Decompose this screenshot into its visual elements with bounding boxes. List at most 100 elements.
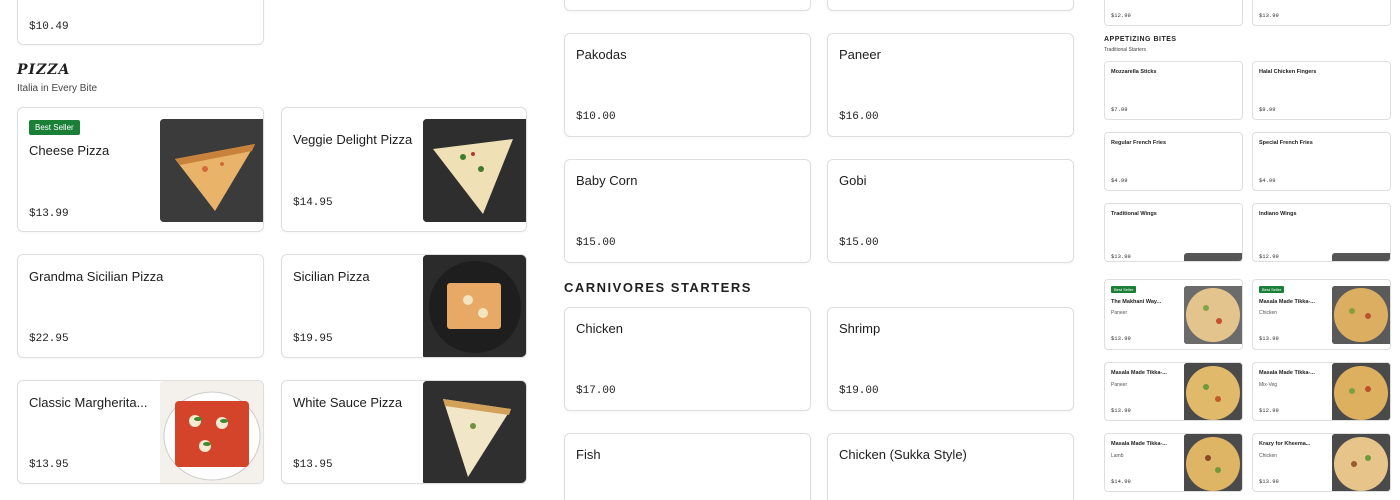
menu-item-card[interactable]: Classic Margherita... $13.95	[17, 380, 264, 484]
menu-item-card[interactable]: Traditional Wings $13.99	[1104, 203, 1243, 262]
item-subtitle: Chicken	[1259, 453, 1278, 459]
menu-item-card[interactable]: Chicken $17.00	[564, 307, 811, 411]
item-name: Gobi	[839, 173, 867, 188]
menu-item-card[interactable]: Gobi $15.00	[827, 159, 1074, 263]
item-price: $4.99	[1259, 177, 1276, 184]
section-subtitle-appetizing: Traditional Starters	[1104, 47, 1147, 53]
item-image	[1184, 363, 1242, 420]
item-price: $7.99	[1111, 106, 1128, 113]
item-subtitle: Lamb	[1111, 453, 1124, 459]
item-price: $19.00	[839, 385, 879, 397]
item-price: $15.00	[839, 237, 879, 249]
menu-item-card[interactable]: Fish	[564, 433, 811, 500]
item-subtitle: Chicken	[1259, 310, 1278, 316]
item-image	[1332, 286, 1390, 344]
item-name: Halal Chicken Fingers	[1259, 69, 1317, 75]
menu-item-card-top[interactable]	[564, 0, 811, 11]
item-image	[423, 255, 526, 357]
item-name: Traditional Wings	[1111, 211, 1157, 217]
item-price: $22.95	[29, 333, 69, 345]
menu-item-card-top[interactable]	[827, 0, 1074, 11]
menu-item-card[interactable]: Veggie Delight Pizza $14.95	[281, 107, 527, 232]
item-subtitle: Paneer	[1111, 310, 1128, 316]
item-name: Sicilian Pizza	[293, 269, 370, 284]
item-name: Shrimp	[839, 321, 881, 336]
menu-item-card[interactable]: Masala Made Tikka-... Mix-Veg $12.99	[1252, 362, 1391, 421]
menu-item-card[interactable]: Masala Made Tikka-... Lamb $14.99	[1104, 433, 1243, 492]
menu-item-card[interactable]: Special French Fries $4.99	[1252, 132, 1391, 191]
item-image	[1332, 363, 1390, 420]
item-name: Pakodas	[576, 47, 627, 62]
item-price: $9.99	[1259, 106, 1276, 113]
item-image	[423, 119, 526, 222]
item-name: Grandma Sicilian Pizza	[29, 269, 164, 284]
item-image	[1332, 434, 1390, 491]
menu-item-card[interactable]: Indiano Wings $12.99	[1252, 203, 1391, 262]
section-title-pizza: pizza	[17, 62, 71, 78]
best-seller-badge: Best Seller	[29, 120, 80, 135]
item-price: $13.99	[1259, 335, 1279, 342]
item-subtitle: Mix-Veg	[1259, 382, 1278, 388]
item-price: $12.99	[1259, 407, 1279, 414]
menu-item-card-top[interactable]: $13.99	[1252, 0, 1391, 26]
menu-item-card[interactable]: Best Seller Cheese Pizza $13.99	[17, 107, 264, 232]
item-price: $15.00	[576, 237, 616, 249]
item-name: The Makhani Way...	[1111, 299, 1162, 305]
item-name: Baby Corn	[576, 173, 638, 188]
item-image	[1184, 253, 1242, 261]
menu-item-card[interactable]: Best Seller The Makhani Way... Paneer $1…	[1104, 279, 1243, 350]
item-name: Paneer	[839, 47, 881, 62]
item-name: Classic Margherita...	[29, 395, 148, 410]
item-name: Chicken (Sukka Style)	[839, 447, 967, 462]
menu-item-card[interactable]: Chicken (Sukka Style)	[827, 433, 1074, 500]
menu-item-card[interactable]: Regular French Fries $4.99	[1104, 132, 1243, 191]
item-image	[1184, 434, 1242, 491]
menu-item-card[interactable]: Grandma Sicilian Pizza $22.95	[17, 254, 264, 358]
menu-item-card[interactable]: Baby Corn $15.00	[564, 159, 811, 263]
item-name: Masala Made Tikka-...	[1259, 370, 1315, 376]
section-title-carnivores: Carnivores Starters	[564, 280, 752, 295]
section-title-appetizing: APPETIZING BITES	[1104, 36, 1177, 43]
item-name: Indiano Wings	[1259, 211, 1297, 217]
item-name: Veggie Delight Pizza	[293, 132, 413, 147]
item-price: $13.99	[1259, 12, 1279, 19]
item-image	[1332, 253, 1390, 261]
item-price: $4.99	[1111, 177, 1128, 184]
item-name: Krazy for Kheema...	[1259, 441, 1311, 447]
item-price: $10.49	[29, 21, 69, 33]
item-name: Mozzarella Sticks	[1111, 69, 1157, 75]
menu-item-card[interactable]: Mozzarella Sticks $7.99	[1104, 61, 1243, 120]
menu-item-card-top-left[interactable]: $10.49	[17, 0, 264, 45]
menu-item-card[interactable]: White Sauce Pizza $13.95	[281, 380, 527, 484]
item-price: $14.99	[1111, 478, 1131, 485]
item-price: $16.00	[839, 111, 879, 123]
item-price: $12.99	[1259, 253, 1279, 260]
menu-item-card[interactable]: Masala Made Tikka-... Paneer $13.99	[1104, 362, 1243, 421]
best-seller-badge: Best Seller	[1259, 286, 1285, 293]
menu-item-card-top[interactable]: $12.99	[1104, 0, 1243, 26]
item-name: Masala Made Tikka-...	[1111, 441, 1167, 447]
item-price: $13.99	[1111, 335, 1131, 342]
menu-item-card[interactable]: Halal Chicken Fingers $9.99	[1252, 61, 1391, 120]
item-price: $13.95	[293, 459, 333, 471]
item-price: $13.99	[1111, 253, 1131, 260]
menu-item-card[interactable]: Sicilian Pizza $19.95	[281, 254, 527, 358]
menu-item-card[interactable]: Best Seller Masala Made Tikka-... Chicke…	[1252, 279, 1391, 350]
menu-item-card[interactable]: Pakodas $10.00	[564, 33, 811, 137]
item-subtitle: Paneer	[1111, 382, 1128, 388]
item-name: Regular French Fries	[1111, 140, 1167, 146]
item-name: Chicken	[576, 321, 623, 336]
menu-item-card[interactable]: Krazy for Kheema... Chicken $13.99	[1252, 433, 1391, 492]
menu-item-card[interactable]: Shrimp $19.00	[827, 307, 1074, 411]
item-image	[1184, 286, 1242, 344]
item-image	[160, 119, 263, 222]
item-name: Cheese Pizza	[29, 143, 110, 158]
item-price: $10.00	[576, 111, 616, 123]
item-price: $17.00	[576, 385, 616, 397]
item-name: Masala Made Tikka-...	[1111, 370, 1167, 376]
item-price: $13.99	[29, 208, 69, 220]
item-image	[160, 381, 263, 483]
item-name: Fish	[576, 447, 601, 462]
best-seller-badge: Best Seller	[1111, 286, 1137, 293]
menu-item-card[interactable]: Paneer $16.00	[827, 33, 1074, 137]
